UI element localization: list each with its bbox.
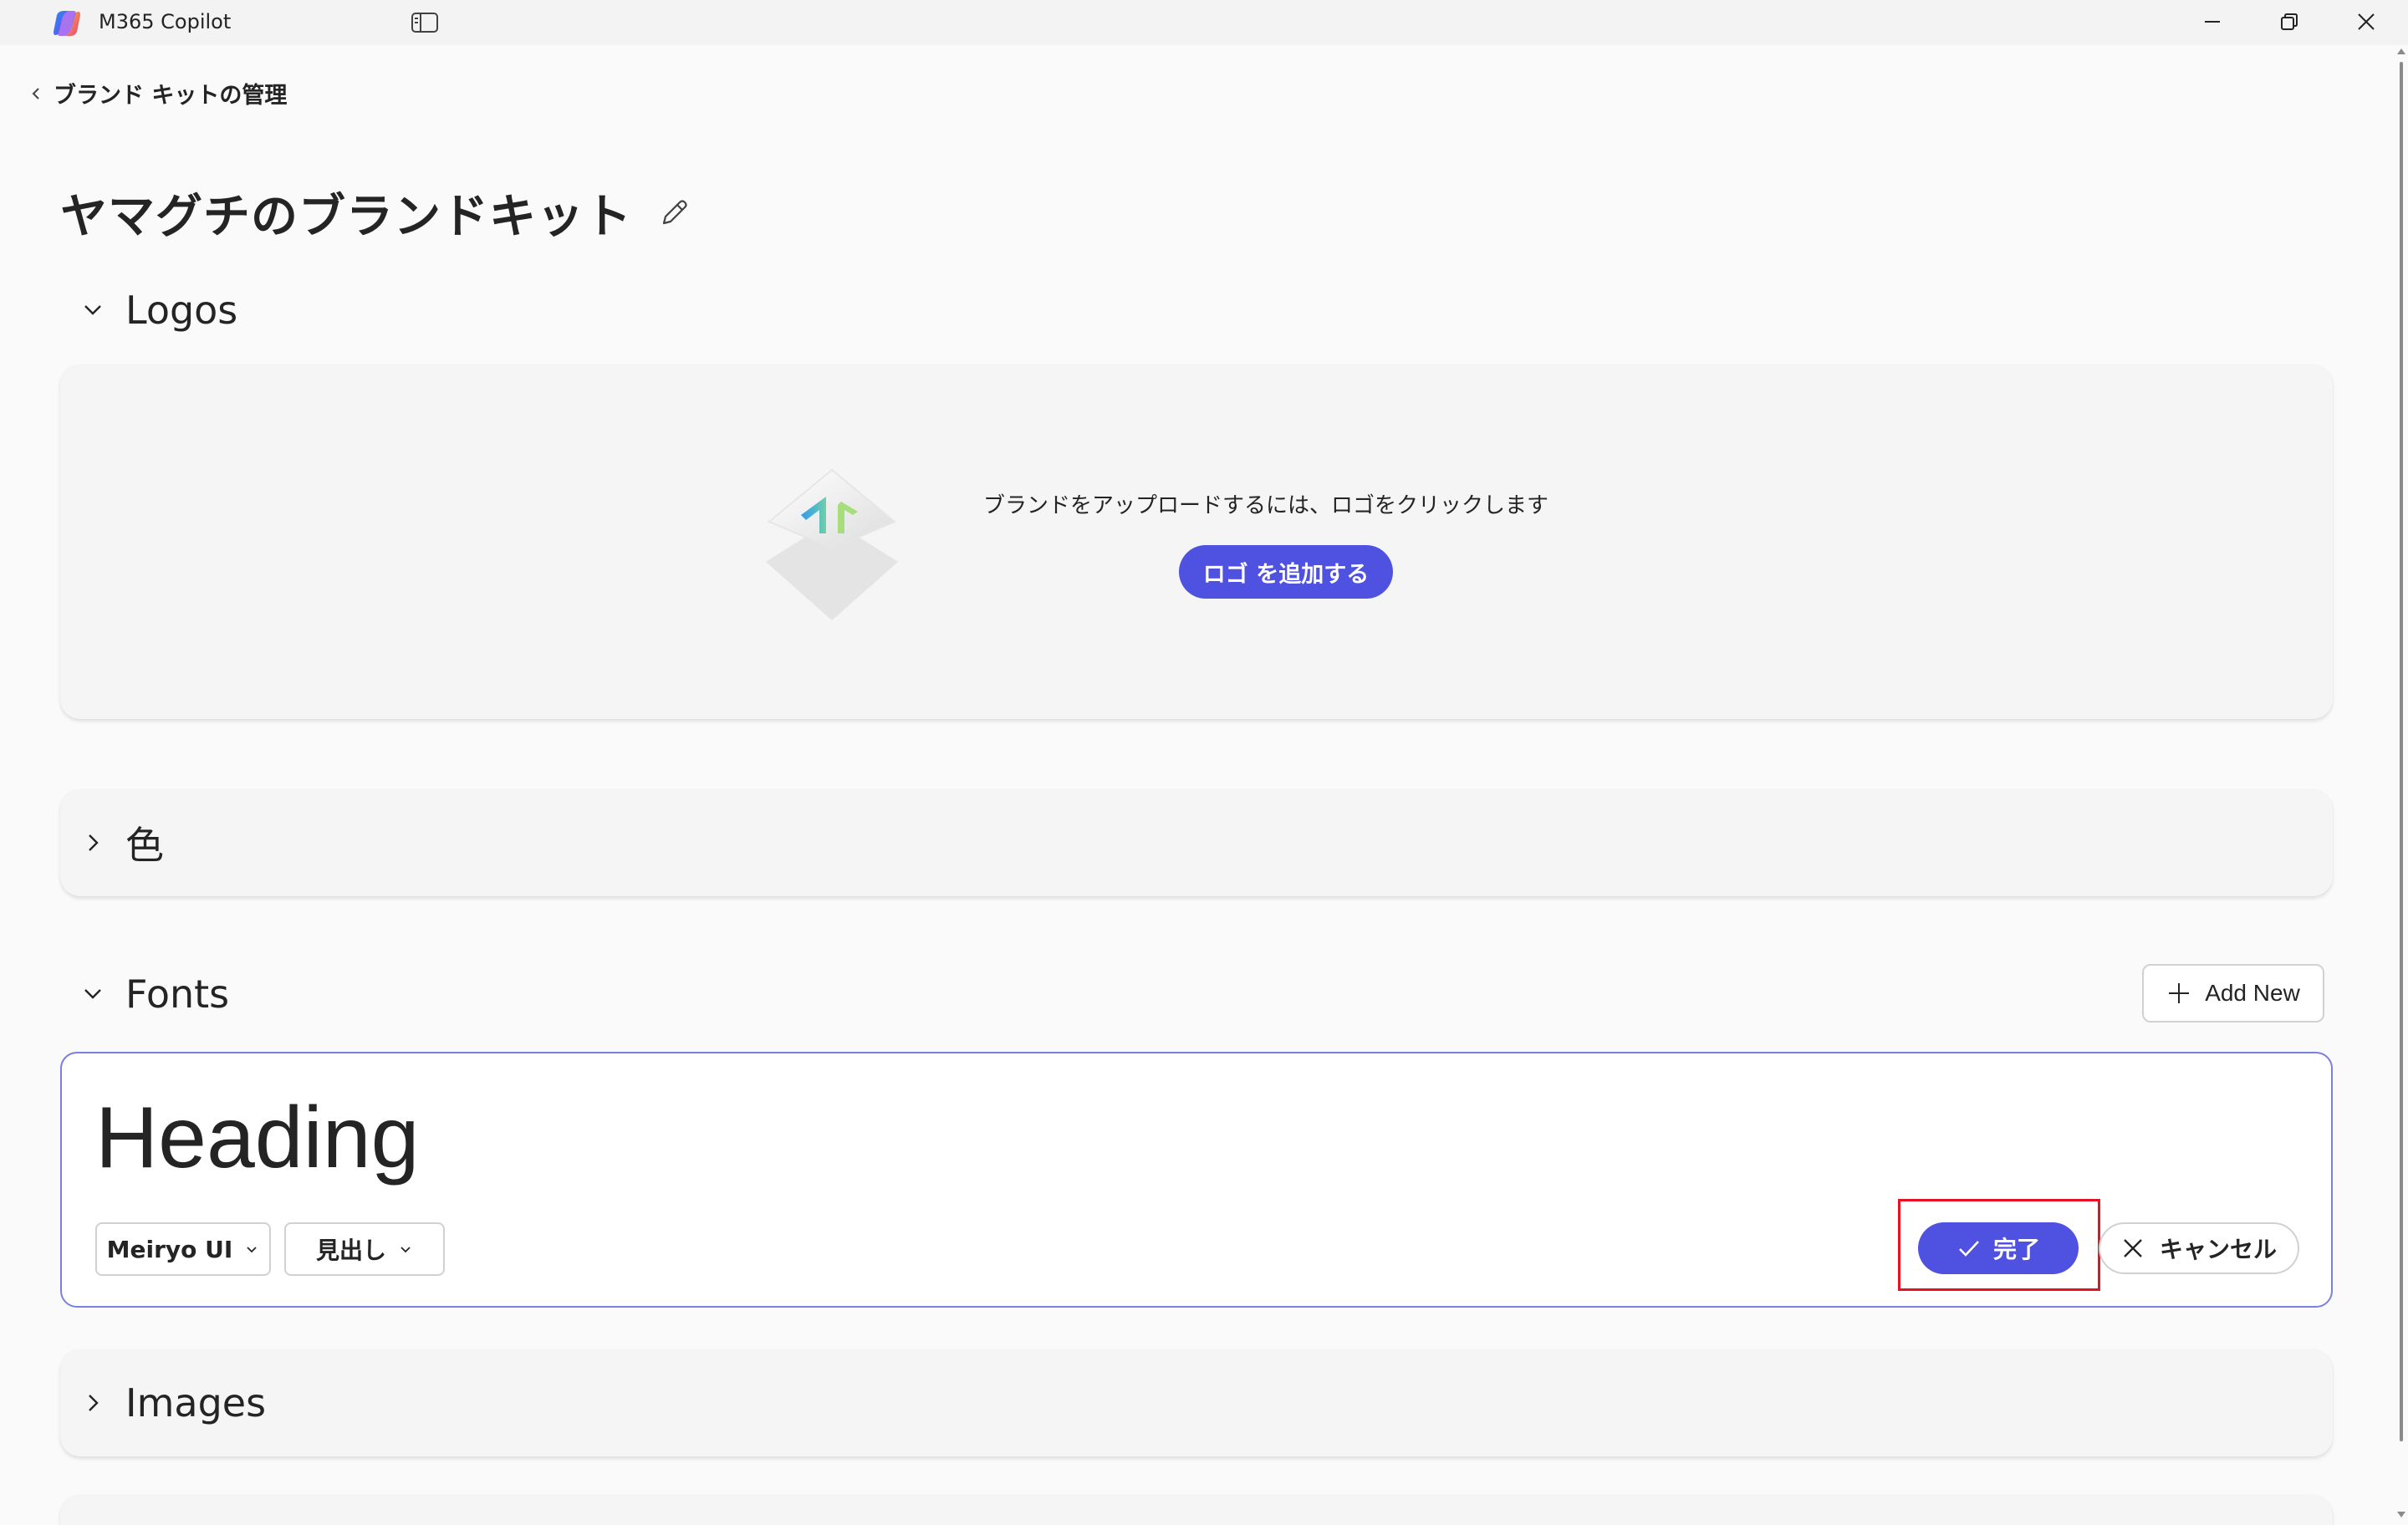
restore-button[interactable]	[2264, 5, 2314, 38]
cancel-label: キャンセル	[2159, 1237, 2277, 1262]
done-label: 完了	[1992, 1236, 2040, 1263]
font-editor-card: Heading Meiryo UI 見出し 完了 キャンセル	[60, 1052, 2333, 1308]
colors-section-label: 色	[125, 823, 164, 868]
app-title: M365 Copilot	[99, 10, 232, 33]
upload-logo-illustration-icon[interactable]	[761, 463, 903, 627]
logos-card: ブランドをアップロードするには、ロゴをクリックします ロゴ を追加する	[60, 365, 2333, 719]
page-title-row: ヤマグチのブランドキット	[60, 179, 691, 247]
images-card: Images	[60, 1349, 2333, 1456]
restore-icon	[2281, 13, 2298, 30]
upload-hint-text: ブランドをアップロードするには、ロゴをクリックします	[983, 493, 1549, 518]
logos-section-label: Logos	[125, 288, 238, 333]
scroll-down-arrow-icon[interactable]	[2397, 1512, 2405, 1517]
back-link[interactable]: ブランド キットの管理	[30, 77, 287, 110]
chevron-down-icon	[84, 989, 101, 999]
fonts-section-header[interactable]: Fonts	[82, 972, 229, 1017]
add-new-font-button[interactable]: Add New	[2142, 964, 2324, 1023]
font-preview-text: Heading	[95, 1089, 420, 1186]
copilot-logo-icon	[54, 11, 80, 36]
scroll-up-arrow-icon[interactable]	[2397, 48, 2405, 54]
font-style-value: 見出し	[315, 1237, 386, 1264]
scroll-thumb[interactable]	[2400, 62, 2403, 1441]
add-new-label: Add New	[2205, 980, 2300, 1006]
close-icon	[2358, 13, 2375, 30]
chevron-down-icon	[247, 1247, 257, 1253]
minimize-icon	[2205, 21, 2220, 23]
page-title: ヤマグチのブランドキット	[60, 190, 632, 244]
font-family-value: Meiryo UI	[106, 1235, 233, 1263]
chevron-right-icon	[89, 1395, 99, 1411]
close-button[interactable]	[2341, 5, 2391, 38]
checkmark-icon	[1959, 1241, 1979, 1257]
add-logo-button[interactable]: ロゴ を追加する	[1179, 545, 1393, 599]
edit-pencil-icon[interactable]	[657, 196, 691, 230]
chevron-down-icon	[400, 1247, 411, 1253]
font-family-dropdown[interactable]: Meiryo UI	[95, 1222, 271, 1276]
colors-card: 色	[60, 789, 2333, 896]
vertical-scrollbar[interactable]	[2395, 45, 2408, 1525]
title-bar: M365 Copilot	[0, 0, 2408, 45]
plus-icon	[2169, 983, 2190, 1003]
sidebar-toggle-icon[interactable]	[410, 10, 440, 35]
images-section-label: Images	[125, 1380, 267, 1426]
dismiss-icon	[2124, 1239, 2142, 1257]
minimize-button[interactable]	[2187, 5, 2237, 38]
back-link-label: ブランド キットの管理	[54, 83, 288, 109]
chevron-down-icon	[84, 305, 101, 315]
images-section-header[interactable]: Images	[82, 1349, 266, 1456]
done-button[interactable]: 完了	[1918, 1222, 2079, 1274]
chevron-right-icon	[89, 834, 99, 851]
font-style-dropdown[interactable]: 見出し	[284, 1222, 445, 1276]
fonts-section-label: Fonts	[125, 972, 230, 1017]
logos-section-header[interactable]: Logos	[82, 288, 237, 333]
next-section-card	[60, 1495, 2333, 1525]
chevron-left-icon	[32, 87, 39, 99]
colors-section-header[interactable]: 色	[82, 789, 164, 896]
cancel-button[interactable]: キャンセル	[2099, 1222, 2299, 1274]
